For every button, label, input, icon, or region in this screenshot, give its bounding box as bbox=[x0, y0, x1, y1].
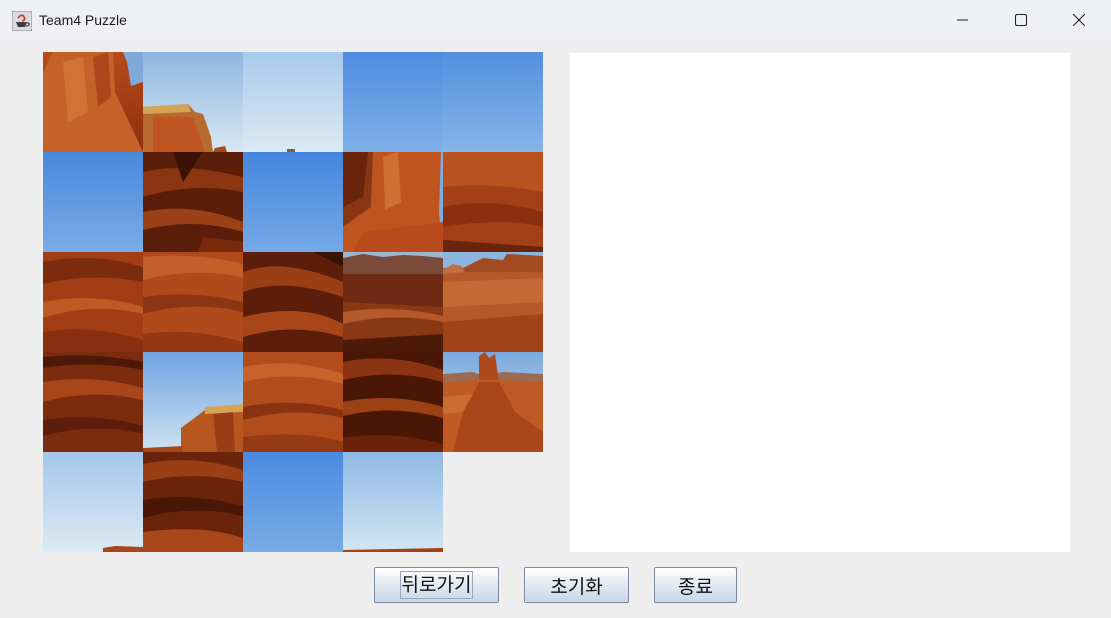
reset-button-label: 초기화 bbox=[550, 575, 603, 598]
puzzle-tile[interactable] bbox=[243, 252, 343, 352]
puzzle-tile[interactable] bbox=[143, 352, 243, 452]
puzzle-tile[interactable] bbox=[443, 352, 543, 452]
puzzle-tile[interactable] bbox=[343, 252, 443, 352]
close-icon bbox=[1073, 14, 1085, 26]
puzzle-tile[interactable] bbox=[43, 252, 143, 352]
preview-panel bbox=[570, 53, 1070, 552]
title-bar: Team4 Puzzle bbox=[0, 0, 1111, 40]
puzzle-tile[interactable] bbox=[243, 452, 343, 552]
puzzle-tile[interactable] bbox=[243, 352, 343, 452]
puzzle-tile[interactable] bbox=[143, 452, 243, 552]
quit-button-label: 종료 bbox=[678, 575, 713, 598]
puzzle-tile[interactable] bbox=[443, 52, 543, 152]
close-button[interactable] bbox=[1050, 0, 1108, 40]
maximize-icon bbox=[1015, 14, 1027, 26]
puzzle-tile[interactable] bbox=[43, 152, 143, 252]
window-title: Team4 Puzzle bbox=[39, 12, 127, 28]
puzzle-tile[interactable] bbox=[43, 352, 143, 452]
maximize-button[interactable] bbox=[992, 0, 1050, 40]
quit-button[interactable]: 종료 bbox=[654, 567, 737, 603]
java-cup-icon bbox=[11, 10, 33, 32]
puzzle-tile[interactable] bbox=[143, 152, 243, 252]
puzzle-tile[interactable] bbox=[43, 452, 143, 552]
puzzle-tile[interactable] bbox=[343, 452, 443, 552]
puzzle-tile[interactable] bbox=[443, 152, 543, 252]
app-window: Team4 Puzzle 뒤로가기 초기화 종료 bbox=[0, 0, 1111, 618]
back-button-label: 뒤로가기 bbox=[399, 571, 474, 599]
empty-tile[interactable] bbox=[443, 452, 543, 552]
puzzle-tile[interactable] bbox=[43, 52, 143, 152]
reset-button[interactable]: 초기화 bbox=[524, 567, 629, 603]
puzzle-tile[interactable] bbox=[243, 152, 343, 252]
puzzle-tile[interactable] bbox=[343, 152, 443, 252]
puzzle-tile[interactable] bbox=[143, 252, 243, 352]
puzzle-tile[interactable] bbox=[443, 252, 543, 352]
puzzle-tile[interactable] bbox=[343, 352, 443, 452]
puzzle-tile[interactable] bbox=[143, 52, 243, 152]
minimize-icon bbox=[957, 19, 968, 21]
puzzle-tile[interactable] bbox=[343, 52, 443, 152]
puzzle-tile[interactable] bbox=[243, 52, 343, 152]
puzzle-board bbox=[43, 52, 543, 552]
back-button[interactable]: 뒤로가기 bbox=[374, 567, 499, 603]
minimize-button[interactable] bbox=[934, 0, 992, 40]
